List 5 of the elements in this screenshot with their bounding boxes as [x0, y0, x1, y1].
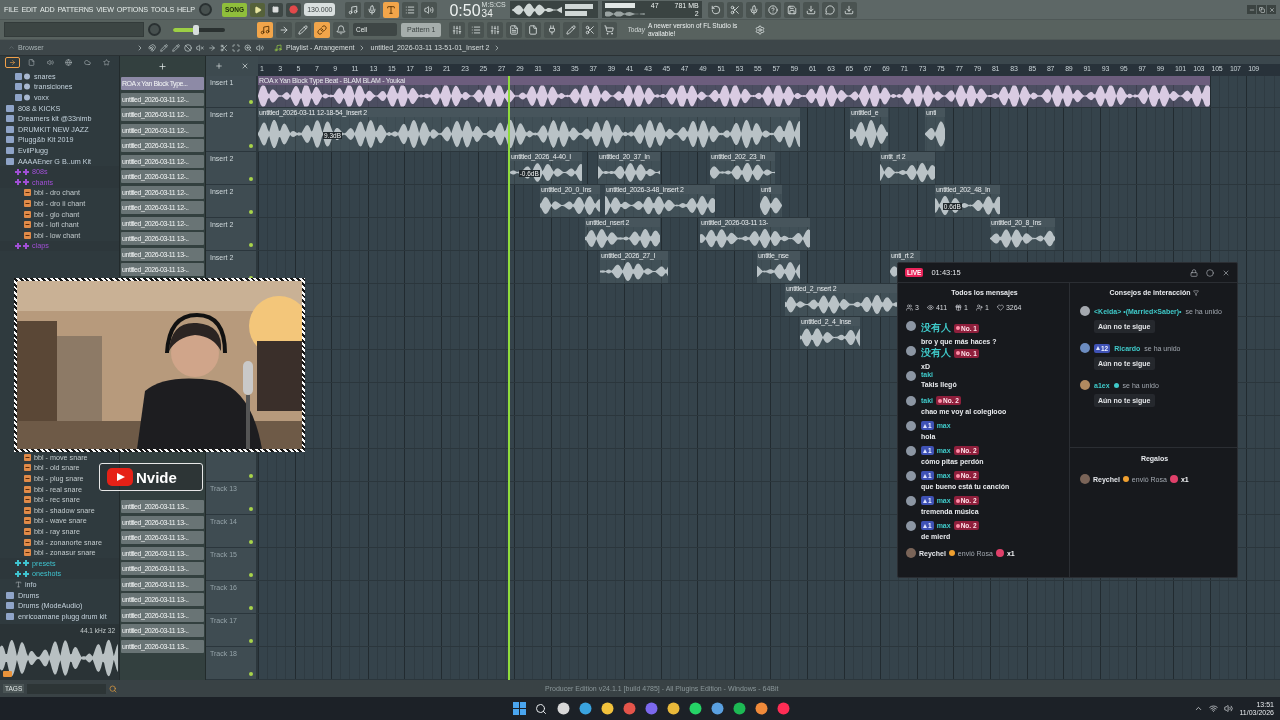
song-time-fraction: 34	[481, 7, 493, 19]
song-time: 0:50	[449, 1, 481, 19]
chat-username: 没有人	[921, 321, 951, 335]
chat-username: 没有人	[921, 346, 951, 360]
channel-name: Nvide	[136, 468, 177, 486]
